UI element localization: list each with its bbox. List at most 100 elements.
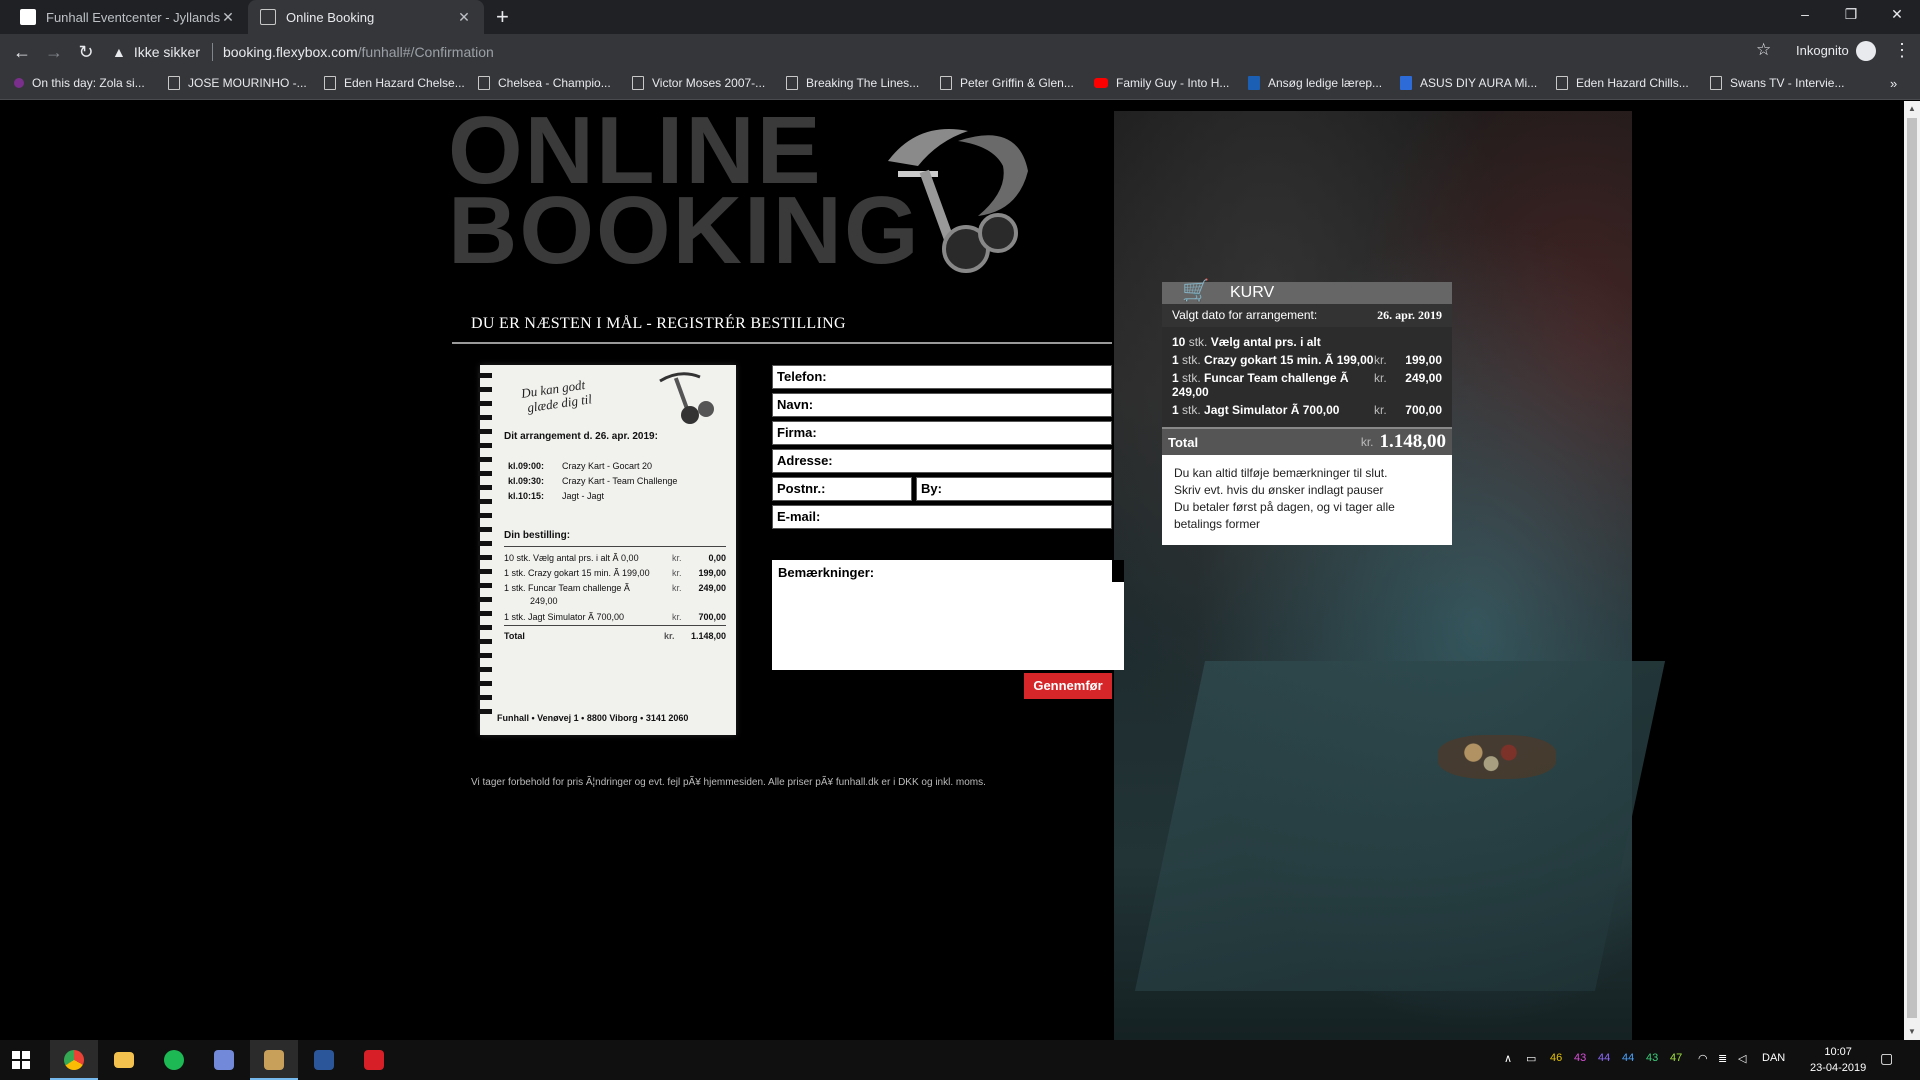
app-icon <box>264 1050 284 1070</box>
bookmark-item[interactable]: Breaking The Lines... <box>786 76 919 90</box>
minimize-icon[interactable]: – <box>1782 0 1828 30</box>
keyboard-icon[interactable]: ≣ <box>1718 1052 1727 1065</box>
schedule-activity: Jagt - Jagt <box>562 491 605 501</box>
item-price: 249,00 <box>698 583 726 593</box>
language-indicator[interactable]: DAN <box>1762 1052 1785 1064</box>
word-taskbar-button[interactable] <box>300 1040 348 1080</box>
bookmark-item[interactable]: Ansøg ledige lærep... <box>1248 76 1382 90</box>
tray-value[interactable]: 47 <box>1670 1052 1682 1064</box>
page-favicon-icon <box>260 9 276 25</box>
tray-value[interactable]: 43 <box>1646 1052 1658 1064</box>
bookmark-item[interactable]: ASUS DIY AURA Mi... <box>1400 76 1537 90</box>
tab-funhall[interactable]: Funhall Eventcenter - Jyllands sto ✕ <box>8 0 248 34</box>
new-tab-icon[interactable]: + <box>496 6 509 28</box>
app-taskbar-button[interactable] <box>250 1040 298 1080</box>
schedule-time: kl.09:00: <box>508 461 545 471</box>
volume-icon[interactable]: ◁ <box>1738 1052 1746 1065</box>
bookmark-item[interactable]: JOSE MOURINHO -... <box>168 76 307 90</box>
notifications-icon[interactable]: ▢ <box>1880 1050 1893 1067</box>
wifi-icon[interactable]: ◠ <box>1698 1052 1708 1065</box>
date-value: 26. apr. 2019 <box>1377 308 1442 322</box>
complete-order-button[interactable]: Gennemfør <box>1024 673 1112 699</box>
scroll-down-icon[interactable]: ▼ <box>1904 1024 1920 1040</box>
windows-start-icon[interactable] <box>12 1051 30 1069</box>
disclaimer-text: Vi tager forbehold for pris Ã¦ndringer o… <box>471 777 986 788</box>
phone-field[interactable]: Telefon: <box>772 365 1112 389</box>
bookmark-item[interactable]: Peter Griffin & Glen... <box>940 76 1074 90</box>
spotify-taskbar-button[interactable] <box>150 1040 198 1080</box>
bookmark-item[interactable]: Family Guy - Into H... <box>1094 76 1229 90</box>
company-field[interactable]: Firma: <box>772 421 1112 445</box>
postcode-field[interactable]: Postnr.: <box>772 477 912 501</box>
field-label: By: <box>921 481 942 496</box>
tray-value[interactable]: 43 <box>1574 1052 1586 1064</box>
bookmark-label: On this day: Zola si... <box>32 76 145 90</box>
item-kr: kr. <box>1374 353 1387 367</box>
incognito-icon[interactable] <box>1856 41 1876 61</box>
close-tab-icon[interactable]: ✕ <box>456 9 472 26</box>
acrobat-taskbar-button[interactable] <box>350 1040 398 1080</box>
tray-chevron-icon[interactable]: ∧ <box>1504 1052 1512 1065</box>
address-bar[interactable]: ▲ Ikke sikker booking.flexybox.com/funha… <box>112 38 1788 66</box>
item-kr: kr. <box>1374 403 1387 417</box>
total-kr: kr. <box>1360 435 1374 449</box>
divider <box>211 43 213 61</box>
remarks-textarea[interactable]: Bemærkninger: <box>772 560 1124 670</box>
restore-icon[interactable]: ❐ <box>1828 0 1874 30</box>
bookmark-label: Family Guy - Into H... <box>1116 76 1230 90</box>
item-price <box>1398 335 1442 349</box>
bookmark-favicon-icon <box>14 78 24 88</box>
bookmark-star-icon[interactable]: ☆ <box>1756 40 1771 60</box>
bookmark-item[interactable]: Chelsea - Champio... <box>478 76 611 90</box>
item-unit: stk. <box>1182 353 1201 367</box>
bookmark-item[interactable]: Victor Moses 2007-... <box>632 76 765 90</box>
battery-icon[interactable]: ▭ <box>1526 1052 1536 1065</box>
divider <box>504 625 726 626</box>
bookmark-label: Eden Hazard Chelse... <box>344 76 465 90</box>
item-desc: 1 stk. Funcar Team challenge Ã <box>504 583 630 593</box>
scrollbar-thumb[interactable] <box>1907 118 1917 1018</box>
schedule-row: kl.10:15: Jagt - Jagt <box>508 491 730 501</box>
bookmark-item[interactable]: Swans TV - Intervie... <box>1710 76 1845 90</box>
bookmark-item[interactable]: Eden Hazard Chelse... <box>324 76 465 90</box>
page-title: DU ER NÆSTEN I MÅL - REGISTRÉR BESTILLIN… <box>471 315 846 332</box>
field-label: Firma: <box>777 425 817 440</box>
page-icon <box>1710 76 1722 90</box>
close-tab-icon[interactable]: ✕ <box>220 9 236 26</box>
name-field[interactable]: Navn: <box>772 393 1112 417</box>
warning-icon[interactable]: ▲ <box>112 44 126 60</box>
email-field[interactable]: E-mail: <box>772 505 1112 529</box>
forward-arrow-icon[interactable]: → <box>42 40 66 64</box>
close-window-icon[interactable]: ✕ <box>1874 0 1920 30</box>
vertical-scrollbar[interactable]: ▲ ▼ <box>1904 101 1920 1040</box>
security-label[interactable]: Ikke sikker <box>134 44 200 60</box>
schedule-activity: Crazy Kart - Team Challenge <box>562 476 678 486</box>
cart-icon: 🛒 <box>1182 278 1210 303</box>
city-field[interactable]: By: <box>916 477 1112 501</box>
bookmark-item[interactable]: Eden Hazard Chills... <box>1556 76 1689 90</box>
field-label: Postnr.: <box>777 481 826 496</box>
more-bookmarks-icon[interactable]: » <box>1890 76 1897 91</box>
explorer-taskbar-button[interactable] <box>100 1040 148 1080</box>
chrome-taskbar-button[interactable] <box>50 1040 98 1080</box>
page-icon <box>632 76 644 90</box>
tray-value[interactable]: 44 <box>1622 1052 1634 1064</box>
receipt-item: 10 stk. Vælg antal prs. i alt Ã 0,00 kr. 0… <box>504 553 726 563</box>
back-arrow-icon[interactable]: ← <box>10 40 34 64</box>
schedule-activity: Crazy Kart - Gocart 20 <box>562 461 653 471</box>
discord-taskbar-button[interactable] <box>200 1040 248 1080</box>
total-label: Total <box>1168 434 1199 450</box>
clock[interactable]: 10:07 23-04-2019 <box>1810 1044 1866 1076</box>
tray-value[interactable]: 44 <box>1598 1052 1610 1064</box>
item-unit: stk. <box>1182 371 1201 385</box>
incognito-label[interactable]: Inkognito <box>1796 43 1849 58</box>
menu-icon[interactable]: ⋮ <box>1893 40 1911 61</box>
reload-icon[interactable]: ↻ <box>74 40 98 64</box>
tray-value[interactable]: 46 <box>1550 1052 1562 1064</box>
tab-online-booking[interactable]: Online Booking ✕ <box>248 0 484 34</box>
scroll-up-icon[interactable]: ▲ <box>1904 101 1920 117</box>
bookmark-item[interactable]: On this day: Zola si... <box>14 76 145 90</box>
item-desc: Vælg antal prs. i alt <box>1210 335 1321 349</box>
address-field[interactable]: Adresse: <box>772 449 1112 473</box>
item-price: 249,00 <box>1405 371 1442 385</box>
